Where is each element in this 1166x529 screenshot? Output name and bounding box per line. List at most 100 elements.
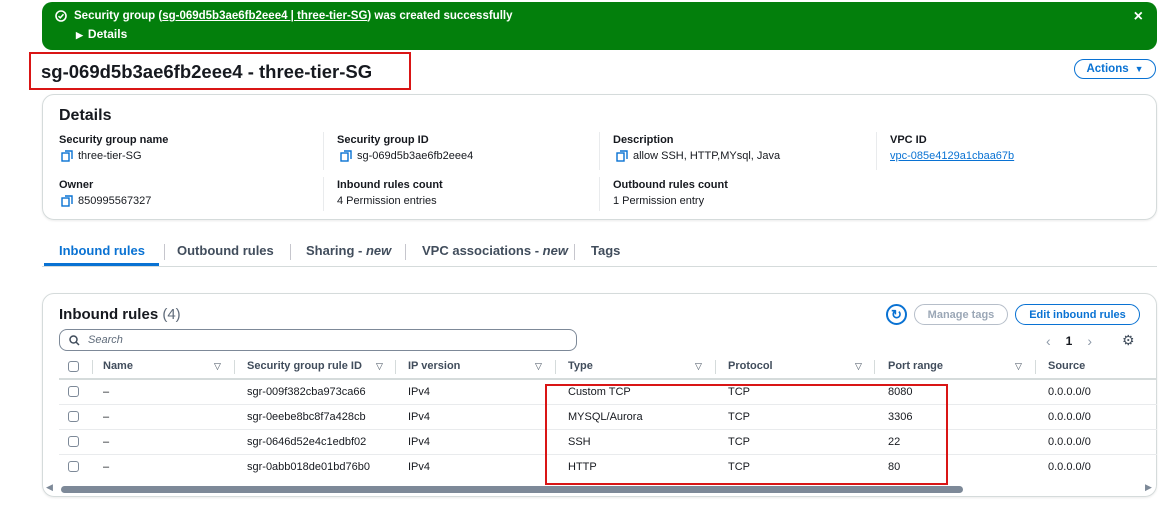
edit-inbound-rules-button[interactable]: Edit inbound rules: [1015, 304, 1140, 325]
cell-rule-id: sgr-009f382cba973ca66: [247, 386, 366, 398]
cell-rule-id: sgr-0abb018de01bd76b0: [247, 461, 370, 473]
flash-details-label: Details: [87, 27, 128, 41]
success-flashbar: Security group (sg-069d5b3ae6fb2eee4 | t…: [42, 2, 1157, 50]
column-divider: [395, 360, 396, 374]
cell-source: 0.0.0.0/0: [1048, 461, 1091, 473]
tab-divider: [290, 244, 291, 260]
divider: [323, 177, 324, 211]
cell-ip-version: IPv4: [408, 411, 431, 423]
column-header-protocol[interactable]: Protocol: [728, 360, 773, 372]
cell-source: 0.0.0.0/0: [1048, 411, 1091, 423]
tab-outbound-rules[interactable]: Outbound rules: [177, 243, 274, 258]
tab-vpc-associations-new: new: [542, 243, 568, 258]
cell-rule-id: sgr-0646d52e4c1edbf02: [247, 436, 367, 448]
actions-label: Actions: [1086, 63, 1129, 75]
sort-icon[interactable]: ▽: [214, 361, 221, 372]
scroll-right-icon[interactable]: ▶: [1145, 482, 1152, 493]
cell-name: –: [103, 411, 110, 423]
tab-tags[interactable]: Tags: [591, 243, 620, 258]
flash-details-toggle[interactable]: ▶ Details: [76, 27, 127, 41]
tab-vpc-associations-label: VPC associations -: [422, 243, 543, 258]
chevron-left-icon[interactable]: ‹: [1046, 333, 1051, 349]
column-header-source[interactable]: Source: [1048, 360, 1085, 372]
column-divider: [234, 360, 235, 374]
sg-name-value: three-tier-SG: [61, 150, 142, 162]
select-all-checkbox[interactable]: [68, 361, 79, 372]
sg-id-text: sg-069d5b3ae6fb2eee4: [357, 150, 474, 162]
divider: [599, 177, 600, 211]
search-icon: [69, 335, 80, 346]
column-header-type[interactable]: Type: [568, 360, 593, 372]
gear-icon[interactable]: ⚙: [1122, 332, 1135, 349]
owner-value: 850995567327: [61, 195, 151, 207]
inbound-rules-title: Inbound rules: [59, 306, 159, 323]
horizontal-scrollbar[interactable]: [61, 486, 963, 493]
copy-icon[interactable]: [61, 150, 73, 162]
caret-down-icon: ▼: [1134, 64, 1144, 74]
column-header-name[interactable]: Name: [103, 360, 133, 372]
copy-icon[interactable]: [340, 150, 352, 162]
caret-right-icon: ▶: [76, 30, 83, 40]
chevron-right-icon[interactable]: ›: [1087, 333, 1092, 349]
sort-icon[interactable]: ▽: [535, 361, 542, 372]
inbound-rules-heading: Inbound rules (4): [59, 306, 181, 323]
owner-label: Owner: [59, 179, 94, 191]
column-divider: [92, 360, 93, 374]
column-header-ip-version[interactable]: IP version: [408, 360, 460, 372]
copy-icon[interactable]: [61, 195, 73, 207]
rules-highlight-box: [545, 384, 948, 485]
copy-icon[interactable]: [616, 150, 628, 162]
description-label: Description: [613, 134, 674, 146]
tab-sharing-new: new: [365, 243, 392, 258]
scroll-left-icon[interactable]: ◀: [46, 482, 53, 493]
manage-tags-button[interactable]: Manage tags: [914, 304, 1008, 325]
outbound-count-label: Outbound rules count: [613, 179, 728, 191]
tab-divider: [164, 244, 165, 260]
sort-icon[interactable]: ▽: [695, 361, 702, 372]
row-checkbox[interactable]: [68, 436, 79, 447]
column-divider: [555, 360, 556, 374]
column-header-rule-id[interactable]: Security group rule ID: [247, 360, 362, 372]
row-checkbox[interactable]: [68, 386, 79, 397]
description-value: allow SSH, HTTP,MYsql, Java: [616, 150, 780, 162]
inbound-rules-count: (4): [162, 306, 181, 323]
tab-sharing-label: Sharing -: [306, 243, 366, 258]
header-rule: [59, 378, 1157, 380]
row-checkbox[interactable]: [68, 461, 79, 472]
search-input[interactable]: Search: [59, 329, 577, 351]
sort-icon[interactable]: ▽: [376, 361, 383, 372]
flash-message-suffix: ) was created successfully: [367, 10, 513, 22]
pagination: ‹ 1 ›: [1046, 333, 1092, 349]
column-divider: [874, 360, 875, 374]
actions-dropdown-button[interactable]: Actions ▼: [1074, 59, 1156, 79]
flash-message-prefix: Security group (: [74, 10, 163, 22]
inbound-count-label: Inbound rules count: [337, 179, 443, 191]
description-text: allow SSH, HTTP,MYsql, Java: [633, 150, 781, 162]
vpc-id-link[interactable]: vpc-085e4129a1cbaa67b: [890, 150, 1014, 162]
sg-name-text: three-tier-SG: [78, 150, 142, 162]
flash-sg-link[interactable]: sg-069d5b3ae6fb2eee4 | three-tier-SG: [162, 10, 367, 22]
refresh-button[interactable]: ↻: [886, 304, 907, 325]
row-checkbox[interactable]: [68, 411, 79, 422]
title-highlight-box: [29, 52, 411, 90]
cell-ip-version: IPv4: [408, 436, 431, 448]
sort-icon[interactable]: ▽: [1015, 361, 1022, 372]
close-icon[interactable]: ×: [1134, 8, 1143, 26]
vpc-id-label: VPC ID: [890, 134, 927, 146]
tab-inbound-rules[interactable]: Inbound rules: [59, 243, 145, 258]
divider: [876, 132, 877, 170]
page-number[interactable]: 1: [1066, 334, 1073, 348]
cell-source: 0.0.0.0/0: [1048, 436, 1091, 448]
cell-ip-version: IPv4: [408, 386, 431, 398]
divider: [323, 132, 324, 170]
inbound-count-value: 4 Permission entries: [337, 195, 437, 207]
search-placeholder: Search: [88, 334, 123, 346]
cell-name: –: [103, 436, 110, 448]
column-header-port-range[interactable]: Port range: [888, 360, 943, 372]
tab-sharing[interactable]: Sharing - new: [306, 243, 391, 258]
column-divider: [1035, 360, 1036, 374]
tab-vpc-associations[interactable]: VPC associations - new: [422, 243, 568, 258]
cell-name: –: [103, 386, 110, 398]
vpc-id-value: vpc-085e4129a1cbaa67b: [890, 150, 1014, 162]
sort-icon[interactable]: ▽: [855, 361, 862, 372]
